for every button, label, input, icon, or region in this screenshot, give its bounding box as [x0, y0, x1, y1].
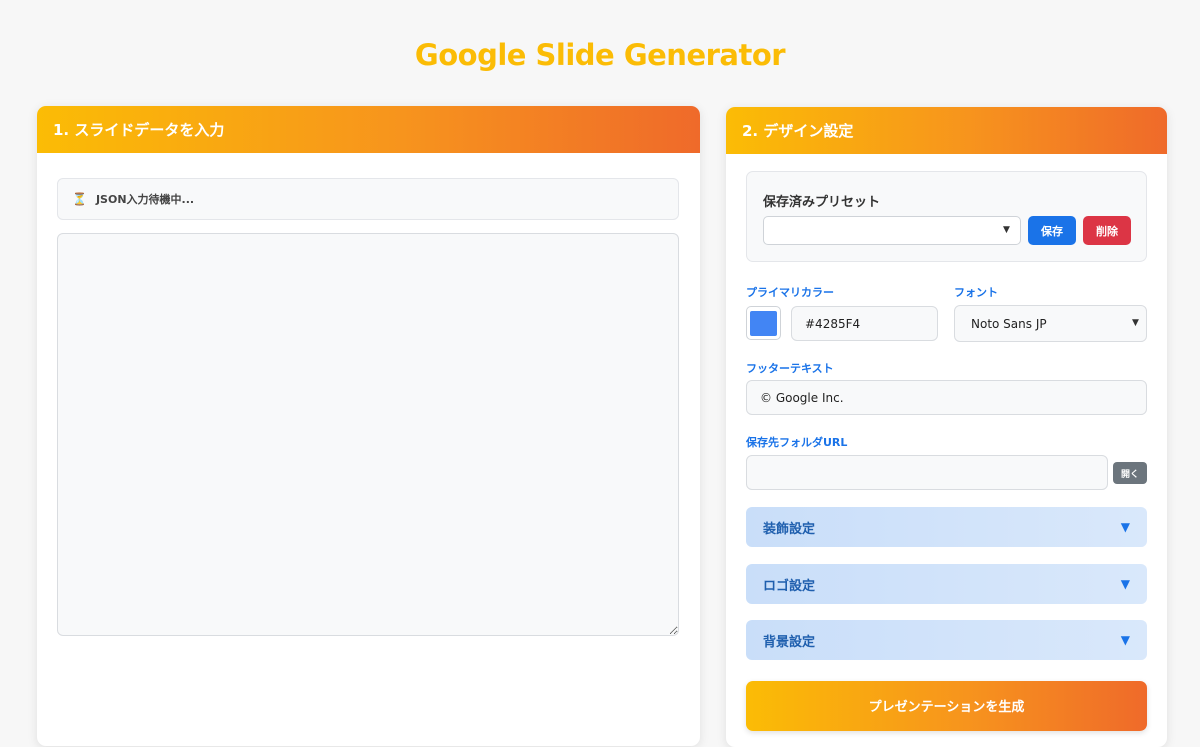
- folder-url-label: 保存先フォルダURL: [746, 436, 848, 449]
- preset-section: 保存済みプリセット ▼ 保存 削除: [746, 171, 1147, 262]
- accordion-label: 装飾設定: [763, 521, 816, 537]
- open-folder-button[interactable]: 開く: [1113, 462, 1147, 484]
- save-preset-button[interactable]: 保存: [1028, 216, 1076, 245]
- primary-color-hex-input[interactable]: [791, 306, 938, 341]
- primary-color-label: プライマリカラー: [746, 286, 834, 299]
- primary-color-picker[interactable]: [746, 306, 781, 340]
- accordion-label: 背景設定: [763, 634, 816, 650]
- hourglass-icon: ⏳: [72, 192, 87, 206]
- delete-preset-button[interactable]: 削除: [1083, 216, 1131, 245]
- generate-button-label: プレゼンテーションを生成: [868, 699, 1025, 715]
- footer-text-label: フッターテキスト: [746, 362, 834, 375]
- accordion-decoration-settings[interactable]: 装飾設定 ▼: [746, 507, 1147, 547]
- triangle-down-icon: ▼: [1120, 520, 1130, 534]
- font-select[interactable]: Noto Sans JP: [954, 305, 1147, 342]
- json-status-box: ⏳ JSON入力待機中...: [57, 178, 679, 220]
- design-settings-panel-header: 2. デザイン設定: [726, 107, 1167, 154]
- footer-text-input[interactable]: [746, 380, 1147, 415]
- design-settings-panel: 2. デザイン設定 保存済みプリセット ▼ 保存 削除 プライマリカラー フォン…: [726, 107, 1167, 747]
- triangle-down-icon: ▼: [1120, 577, 1130, 591]
- accordion-background-settings[interactable]: 背景設定 ▼: [746, 620, 1147, 660]
- json-input-textarea[interactable]: [57, 233, 679, 636]
- folder-url-input[interactable]: [746, 455, 1108, 490]
- json-status-text: JSON入力待機中...: [95, 193, 195, 206]
- generate-presentation-button[interactable]: プレゼンテーションを生成: [746, 681, 1147, 731]
- accordion-label: ロゴ設定: [763, 578, 816, 594]
- preset-select[interactable]: [763, 216, 1021, 245]
- primary-color-swatch: [750, 310, 777, 336]
- font-label: フォント: [954, 286, 998, 299]
- slide-data-panel: 1. スライドデータを入力 ⏳ JSON入力待機中...: [37, 106, 700, 746]
- slide-data-panel-header: 1. スライドデータを入力: [37, 106, 700, 153]
- page-title: Google Slide Generator: [414, 38, 786, 72]
- triangle-down-icon: ▼: [1120, 633, 1130, 647]
- accordion-logo-settings[interactable]: ロゴ設定 ▼: [746, 564, 1147, 604]
- preset-label: 保存済みプリセット: [763, 195, 881, 210]
